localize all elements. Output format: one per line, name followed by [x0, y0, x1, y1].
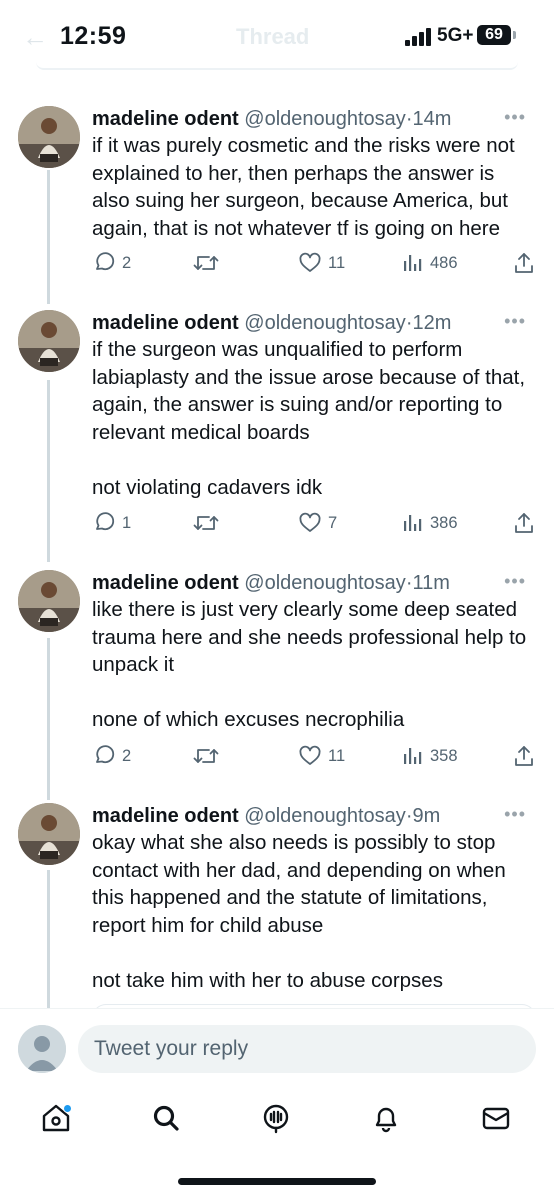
views-count: 486	[430, 253, 458, 272]
author-name[interactable]: madeline odent	[92, 108, 239, 130]
signal-icon	[405, 28, 435, 46]
like-button[interactable]: 11	[298, 248, 345, 278]
heart-icon	[298, 511, 322, 535]
tweet-actions: 1 7 386	[92, 508, 538, 538]
like-count: 11	[328, 253, 346, 272]
more-icon[interactable]: •••	[504, 310, 526, 332]
views-icon	[402, 744, 424, 768]
retweet-button[interactable]	[192, 508, 220, 538]
author-handle[interactable]: @oldenoughtosay	[244, 108, 406, 130]
heart-icon	[298, 744, 322, 768]
share-icon	[512, 251, 536, 275]
author-name[interactable]: madeline odent	[92, 312, 239, 334]
page-title: Thread	[236, 24, 310, 49]
tweet[interactable]: madeline odent @oldenoughtosay·11m ••• l…	[0, 570, 554, 770]
notification-dot	[63, 1104, 72, 1113]
views-count: 386	[430, 513, 458, 532]
like-count: 11	[328, 746, 346, 765]
share-icon	[512, 744, 536, 768]
nav-spaces[interactable]	[256, 1100, 296, 1140]
header-edge	[0, 62, 554, 84]
home-indicator	[178, 1178, 376, 1185]
reply-icon	[92, 744, 116, 768]
reply-count: 2	[122, 746, 132, 765]
views-count: 358	[430, 746, 458, 765]
more-icon[interactable]: •••	[504, 106, 526, 128]
retweet-button[interactable]	[192, 248, 220, 278]
author-handle[interactable]: @oldenoughtosay	[244, 805, 406, 827]
reply-button[interactable]: 2	[92, 248, 131, 278]
author-name[interactable]: madeline odent	[92, 805, 239, 827]
reply-icon	[92, 511, 116, 535]
views-icon	[402, 251, 424, 275]
retweet-button[interactable]	[192, 741, 220, 771]
views-icon	[402, 511, 424, 535]
tweet-time: 12m	[412, 312, 452, 334]
avatar[interactable]	[18, 106, 80, 168]
heart-icon	[298, 251, 322, 275]
author-handle[interactable]: @oldenoughtosay	[244, 312, 406, 334]
reply-icon	[92, 251, 116, 275]
avatar[interactable]	[18, 1025, 66, 1073]
tweet-time: 14m	[412, 108, 452, 130]
like-button[interactable]: 11	[298, 741, 345, 771]
retweet-icon	[192, 511, 220, 535]
share-button[interactable]	[512, 508, 536, 538]
tweet-text: if the surgeon was unqualified to perfor…	[92, 338, 526, 499]
nav-messages[interactable]	[476, 1100, 516, 1140]
retweet-icon	[192, 744, 220, 768]
tweet-text: like there is just very clearly some dee…	[92, 598, 527, 731]
share-icon	[512, 511, 536, 535]
tweet-actions: 2 11 486	[92, 248, 538, 278]
tweet-text: okay what she also needs is possibly to …	[92, 831, 506, 992]
reply-input[interactable]	[78, 1025, 536, 1073]
tweet-time: 11m	[412, 572, 450, 594]
author-name[interactable]: madeline odent	[92, 572, 239, 594]
tweet-text: if it was purely cosmetic and the risks …	[92, 134, 521, 240]
nav-search[interactable]	[146, 1100, 186, 1140]
battery-nub	[513, 31, 516, 39]
views-button[interactable]: 486	[402, 248, 458, 278]
more-icon[interactable]: •••	[504, 803, 526, 825]
reply-bar	[0, 1008, 554, 1084]
share-button[interactable]	[512, 741, 536, 771]
avatar[interactable]	[18, 570, 80, 632]
status-time: 12:59	[60, 22, 127, 50]
avatar[interactable]	[18, 803, 80, 865]
tweet-time: 9m	[412, 805, 441, 827]
more-icon[interactable]: •••	[504, 570, 526, 592]
battery-icon: 69	[477, 25, 511, 45]
like-count: 7	[328, 513, 338, 532]
author-handle[interactable]: @oldenoughtosay	[244, 572, 406, 594]
views-button[interactable]: 386	[402, 508, 458, 538]
retweet-icon	[192, 251, 220, 275]
network-type: 5G+	[437, 25, 474, 46]
tweet[interactable]: madeline odent @oldenoughtosay·9m ••• ok…	[0, 803, 554, 1003]
reply-button[interactable]: 1	[92, 508, 131, 538]
reply-count: 1	[122, 513, 132, 532]
back-arrow-icon[interactable]: ←	[22, 22, 48, 53]
like-button[interactable]: 7	[298, 508, 337, 538]
status-bar: ← Thread 12:59 5G+ 69	[0, 0, 554, 70]
avatar[interactable]	[18, 310, 80, 372]
reply-count: 2	[122, 253, 132, 272]
search-icon	[150, 1102, 182, 1139]
reply-button[interactable]: 2	[92, 741, 131, 771]
spaces-icon	[260, 1102, 292, 1139]
mail-icon	[480, 1102, 512, 1139]
share-button[interactable]	[512, 248, 536, 278]
views-button[interactable]: 358	[402, 741, 458, 771]
nav-home[interactable]	[36, 1100, 76, 1140]
tweet-actions: 2 11 358	[92, 741, 538, 771]
bell-icon	[370, 1102, 402, 1139]
nav-notifications[interactable]	[366, 1100, 406, 1140]
